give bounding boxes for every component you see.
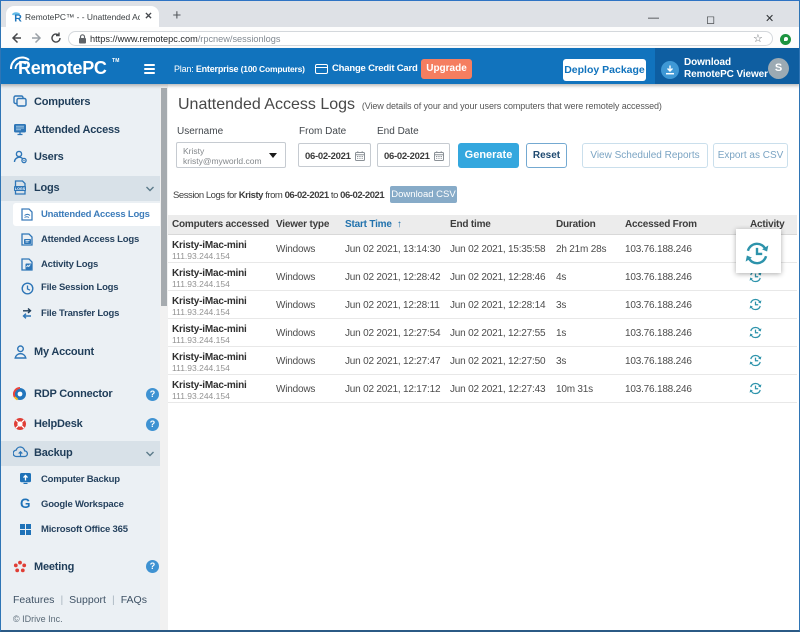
svg-text:R: R [14,12,22,21]
svg-text:LOGS: LOGS [15,187,26,191]
